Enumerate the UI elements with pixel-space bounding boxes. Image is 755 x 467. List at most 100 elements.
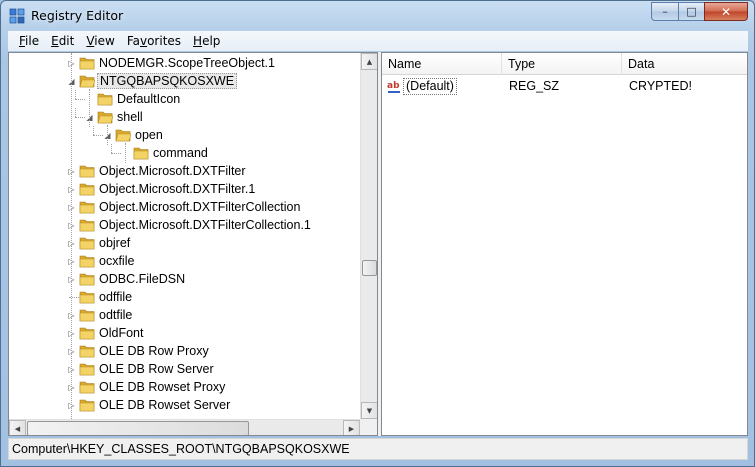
close-button[interactable]: ✕ bbox=[704, 2, 748, 21]
chevron-right-icon: ▶ bbox=[348, 424, 355, 433]
tree-item[interactable]: ▷ OLE DB Rowset Proxy bbox=[9, 378, 360, 396]
tree-connector bbox=[75, 117, 85, 118]
tree-connector bbox=[93, 126, 94, 135]
window-title: Registry Editor bbox=[31, 8, 124, 23]
title-bar[interactable]: Registry Editor – □ ✕ bbox=[1, 1, 754, 31]
scroll-left-button[interactable]: ◀ bbox=[9, 420, 26, 435]
tree-item[interactable]: ◢ NTGQBAPSQKOSXWE bbox=[9, 72, 360, 90]
scroll-up-button[interactable]: ▲ bbox=[361, 53, 377, 70]
tree-item[interactable]: ◢ open bbox=[9, 126, 360, 144]
tree-connector bbox=[89, 89, 90, 127]
tree-item-label: command bbox=[153, 146, 208, 160]
tree-item[interactable]: ◢ shell bbox=[9, 108, 360, 126]
tree-item-label: DefaultIcon bbox=[117, 92, 181, 106]
tree-connector bbox=[111, 144, 112, 153]
tree-item-label: Object.Microsoft.DXTFilter bbox=[99, 164, 246, 178]
tree-item-label: odffile bbox=[99, 290, 133, 304]
folder-icon bbox=[79, 255, 95, 268]
tree-item[interactable]: command bbox=[9, 144, 360, 162]
menu-view[interactable]: View bbox=[80, 34, 120, 48]
tree-item-label: Object.Microsoft.DXTFilterCollection bbox=[99, 200, 301, 214]
tree-horizontal-scrollbar[interactable]: ◀ ▶ bbox=[9, 419, 360, 435]
folder-icon bbox=[79, 219, 95, 232]
folder-icon bbox=[79, 381, 95, 394]
tree-item-label: shell bbox=[117, 110, 143, 124]
registry-tree[interactable]: ▷ NODEMGR.ScopeTreeObject.1 ◢ NTGQBAPSQKOSX… bbox=[8, 52, 378, 436]
maximize-button[interactable]: □ bbox=[678, 2, 704, 21]
tree-item-label: OLE DB Rowset Proxy bbox=[99, 380, 226, 394]
scroll-down-button[interactable]: ▼ bbox=[361, 402, 377, 419]
folder-icon bbox=[97, 111, 113, 124]
tree-item[interactable]: ▷ ocxfile bbox=[9, 252, 360, 270]
menu-bar: File Edit View Favorites Help bbox=[8, 31, 748, 51]
chevron-up-icon: ▲ bbox=[366, 57, 373, 66]
vertical-scroll-thumb[interactable] bbox=[362, 260, 377, 276]
folder-icon bbox=[79, 183, 95, 196]
tree-connector bbox=[75, 108, 76, 117]
tree-vertical-scrollbar[interactable]: ▲ ▼ bbox=[360, 53, 377, 419]
tree-item-label: objref bbox=[99, 236, 131, 250]
tree-content: ▷ NODEMGR.ScopeTreeObject.1 ◢ NTGQBAPSQKOSX… bbox=[9, 53, 360, 419]
tree-item-label: OLE DB Row Server bbox=[99, 362, 214, 376]
folder-icon bbox=[79, 57, 95, 70]
tree-item[interactable]: ▷ OLE DB Row Proxy bbox=[9, 342, 360, 360]
menu-file[interactable]: File bbox=[13, 34, 45, 48]
minimize-button[interactable]: – bbox=[651, 2, 678, 21]
registry-editor-icon bbox=[9, 8, 25, 24]
tree-item-label: NODEMGR.ScopeTreeObject.1 bbox=[99, 56, 275, 70]
column-header-data[interactable]: Data bbox=[622, 53, 747, 75]
client-area: ▷ NODEMGR.ScopeTreeObject.1 ◢ NTGQBAPSQKOSX… bbox=[8, 52, 748, 436]
tree-connector bbox=[111, 153, 121, 154]
folder-icon bbox=[79, 309, 95, 322]
column-header-name[interactable]: Name bbox=[382, 53, 502, 75]
tree-item-label: ODBC.FileDSN bbox=[99, 272, 186, 286]
tree-item[interactable]: ▷ NODEMGR.ScopeTreeObject.1 bbox=[9, 54, 360, 72]
menu-edit[interactable]: Edit bbox=[45, 34, 80, 48]
tree-item[interactable]: ▷ Object.Microsoft.DXTFilterCollection bbox=[9, 198, 360, 216]
tree-connector bbox=[107, 125, 108, 145]
minimize-icon: – bbox=[662, 5, 668, 18]
tree-item[interactable]: ▷ OLE DB Row Server bbox=[9, 360, 360, 378]
menu-favorites[interactable]: Favorites bbox=[121, 34, 187, 48]
folder-icon bbox=[79, 327, 95, 340]
tree-item-label: OldFont bbox=[99, 326, 144, 340]
menu-help[interactable]: Help bbox=[187, 34, 226, 48]
string-value-icon: ab bbox=[387, 81, 400, 93]
folder-icon bbox=[97, 93, 113, 106]
value-data: CRYPTED! bbox=[629, 79, 692, 93]
tree-item[interactable]: ▷ objref bbox=[9, 234, 360, 252]
tree-item-label: OLE DB Rowset Server bbox=[99, 398, 231, 412]
chevron-down-icon: ▼ bbox=[366, 406, 373, 415]
horizontal-scroll-thumb[interactable] bbox=[27, 421, 249, 435]
folder-icon bbox=[79, 399, 95, 412]
scroll-right-button[interactable]: ▶ bbox=[343, 420, 360, 435]
tree-item-label: OLE DB Row Proxy bbox=[99, 344, 209, 358]
tree-item[interactable]: ▷ ODBC.FileDSN bbox=[9, 270, 360, 288]
status-bar: Computer\HKEY_CLASSES_ROOT\NTGQBAPSQKOSX… bbox=[8, 438, 748, 460]
chevron-left-icon: ◀ bbox=[14, 424, 21, 433]
tree-item[interactable]: odffile bbox=[9, 288, 360, 306]
list-item[interactable]: ab (Default) REG_SZ CRYPTED! bbox=[382, 77, 747, 96]
values-list[interactable]: Name Type Data ab (Default) REG_SZ CRYPT… bbox=[381, 52, 748, 436]
folder-icon bbox=[115, 129, 131, 142]
tree-item[interactable]: ▷ Object.Microsoft.DXTFilter bbox=[9, 162, 360, 180]
column-header-type[interactable]: Type bbox=[502, 53, 622, 75]
tree-item[interactable]: ▷ odtfile bbox=[9, 306, 360, 324]
folder-icon bbox=[79, 273, 95, 286]
value-name: (Default) bbox=[403, 78, 457, 95]
registry-editor-window: Registry Editor – □ ✕ File Edit View Favori… bbox=[0, 0, 755, 467]
list-header: Name Type Data bbox=[382, 53, 747, 75]
tree-connector bbox=[93, 135, 103, 136]
tree-item-label: NTGQBAPSQKOSXWE bbox=[97, 73, 238, 89]
tree-item[interactable]: ▷ Object.Microsoft.DXTFilterCollection.1 bbox=[9, 216, 360, 234]
tree-item[interactable]: DefaultIcon bbox=[9, 90, 360, 108]
tree-item[interactable]: ▷ OldFont bbox=[9, 324, 360, 342]
tree-item[interactable]: ▷ Object.Microsoft.DXTFilter.1 bbox=[9, 180, 360, 198]
tree-item[interactable]: ▷ OLE DB Rowset Server bbox=[9, 396, 360, 414]
folder-icon bbox=[79, 363, 95, 376]
maximize-icon: □ bbox=[686, 5, 697, 18]
tree-item-label: ocxfile bbox=[99, 254, 135, 268]
tree-item-label: Object.Microsoft.DXTFilterCollection.1 bbox=[99, 218, 311, 232]
tree-item-label: odtfile bbox=[99, 308, 133, 322]
tree-item-label: Object.Microsoft.DXTFilter.1 bbox=[99, 182, 256, 196]
